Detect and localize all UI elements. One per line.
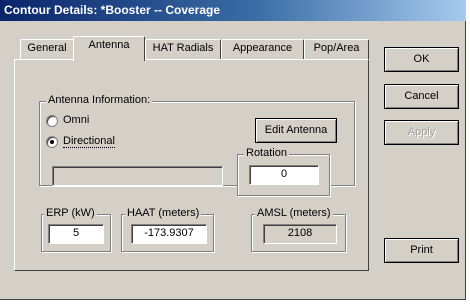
erp-input[interactable]: 5 [48, 224, 104, 244]
cancel-label: Cancel [404, 90, 439, 102]
rotation-legend: Rotation [244, 147, 289, 159]
ok-button[interactable]: OK [384, 47, 459, 72]
antenna-information-group: Antenna Information: Omni Directional Ed… [39, 94, 355, 196]
ok-label: OK [413, 53, 430, 65]
antenna-tab-panel: Antenna Information: Omni Directional Ed… [14, 59, 369, 271]
window-title: Contour Details: *Booster -- Coverage [4, 3, 221, 17]
haat-group: HAAT (meters) -173.9307 [121, 207, 214, 252]
edit-antenna-button[interactable]: Edit Antenna [255, 118, 337, 143]
haat-input[interactable]: -173.9307 [131, 224, 207, 244]
print-label: Print [410, 244, 433, 256]
haat-legend: HAAT (meters) [125, 207, 202, 219]
omni-radio-circle[interactable] [46, 115, 58, 127]
apply-button[interactable]: Apply [384, 120, 459, 145]
rotation-group: Rotation 0 [237, 147, 330, 196]
amsl-field: 2108 [263, 224, 337, 244]
tab-appearance[interactable]: Appearance [221, 39, 304, 59]
directional-radio-circle[interactable] [46, 136, 58, 148]
title-bar[interactable]: Contour Details: *Booster -- Coverage [0, 0, 466, 21]
print-button[interactable]: Print [384, 238, 459, 263]
tab-general[interactable]: General [20, 39, 74, 59]
omni-radio-label: Omni [63, 114, 90, 126]
amsl-legend: AMSL (meters) [255, 207, 333, 219]
cancel-button[interactable]: Cancel [384, 84, 459, 109]
tab-appearance-label: Appearance [232, 42, 293, 54]
edit-antenna-label: Edit Antenna [264, 124, 328, 136]
tab-antenna[interactable]: Antenna [73, 36, 145, 61]
antenna-information-legend: Antenna Information: [46, 94, 153, 106]
contour-details-dialog: Contour Details: *Booster -- Coverage Ge… [0, 0, 466, 300]
tab-pop-area[interactable]: Pop/Area [304, 39, 369, 59]
erp-group: ERP (kW) 5 [41, 207, 111, 252]
erp-legend: ERP (kW) [44, 207, 97, 219]
amsl-group: AMSL (meters) 2108 [251, 207, 346, 252]
tab-pop-area-label: Pop/Area [313, 42, 360, 54]
rotation-input[interactable]: 0 [249, 165, 319, 185]
tab-hat-radials[interactable]: HAT Radials [145, 39, 221, 59]
antenna-name-field [52, 166, 223, 186]
tab-hat-radials-label: HAT Radials [152, 42, 214, 54]
apply-label: Apply [407, 126, 436, 138]
directional-radio-label: Directional [63, 135, 115, 148]
radio-selected-dot [50, 140, 54, 144]
tab-general-label: General [27, 42, 67, 54]
tab-antenna-label: Antenna [88, 39, 130, 51]
